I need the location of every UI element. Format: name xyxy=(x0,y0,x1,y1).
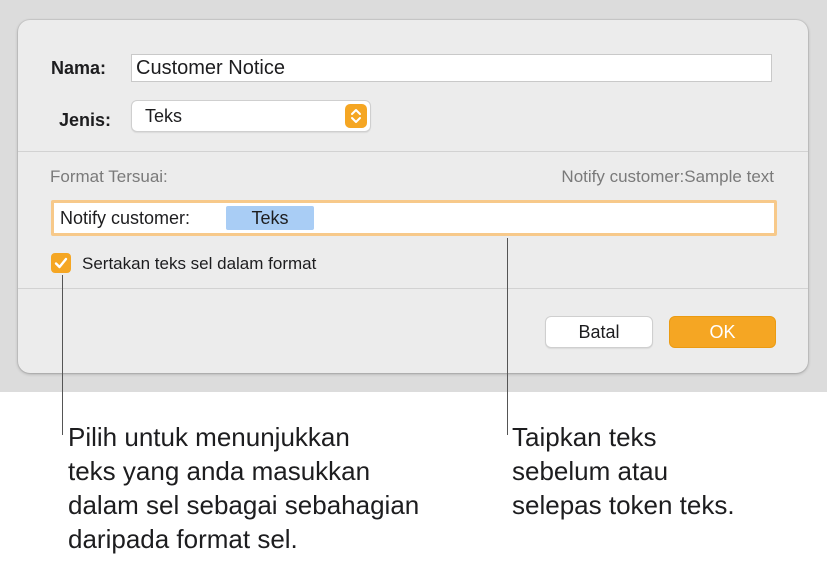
divider xyxy=(18,288,808,289)
format-field[interactable]: Notify customer: Teks xyxy=(51,200,777,236)
callout-right: Taipkan teks sebelum atau selepas token … xyxy=(512,420,735,522)
name-field[interactable]: Customer Notice xyxy=(131,54,772,82)
type-label: Jenis: xyxy=(59,110,112,130)
format-preview: Notify customer:Sample text xyxy=(561,167,774,186)
cancel-button[interactable]: Batal xyxy=(545,316,653,348)
custom-format-label: Format Tersuai: xyxy=(50,167,168,186)
callout-left-line: daripada format sel. xyxy=(68,524,298,554)
callout-line-left xyxy=(62,275,63,435)
type-select-value: Teks xyxy=(145,106,183,126)
callout-right-line: Taipkan teks xyxy=(512,422,657,452)
custom-format-dialog: Nama: Customer Notice Jenis: Teks Format… xyxy=(18,20,808,373)
format-prefix-text: Notify customer: xyxy=(60,208,191,228)
callout-right-line: selepas token teks. xyxy=(512,490,735,520)
include-cell-text-checkbox[interactable] xyxy=(51,253,71,273)
callout-line-right xyxy=(507,238,508,435)
name-label: Nama: xyxy=(51,58,107,78)
callout-left: Pilih untuk menunjukkan teks yang anda m… xyxy=(68,420,419,556)
callout-left-line: Pilih untuk menunjukkan xyxy=(68,422,350,452)
select-stepper-icon xyxy=(345,104,367,128)
divider xyxy=(18,151,808,152)
ok-button[interactable]: OK xyxy=(669,316,776,348)
callout-right-line: sebelum atau xyxy=(512,456,669,486)
callout-left-line: teks yang anda masukkan xyxy=(68,456,371,486)
callout-left-line: dalam sel sebagai sebahagian xyxy=(68,490,420,520)
checkmark-icon xyxy=(54,257,68,269)
text-token[interactable]: Teks xyxy=(226,206,314,230)
type-select[interactable]: Teks xyxy=(131,100,371,132)
include-cell-text-label: Sertakan teks sel dalam format xyxy=(82,254,317,273)
